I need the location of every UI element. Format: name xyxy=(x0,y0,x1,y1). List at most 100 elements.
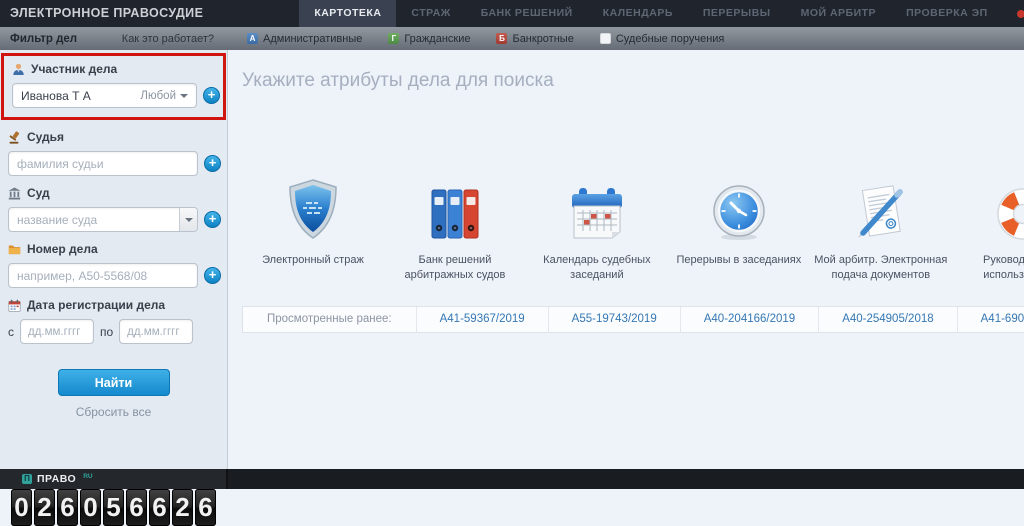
recently-viewed-label: Просмотренные ранее: xyxy=(243,307,416,332)
add-participant-button[interactable]: + xyxy=(203,87,220,104)
judge-section-label: Судья xyxy=(8,130,227,144)
service-label: Руководство по использованию xyxy=(952,253,1024,284)
counter-digit: 6 xyxy=(126,489,147,526)
add-court-button[interactable]: + xyxy=(204,211,221,228)
how-it-works-link[interactable]: Как это работает? xyxy=(122,33,214,45)
calendar-icon xyxy=(568,176,626,242)
tab-bank-resheniy[interactable]: БАНК РЕШЕНИЙ xyxy=(466,0,588,27)
tab-strazh[interactable]: СТРАЖ xyxy=(396,0,465,27)
date-from-input[interactable] xyxy=(20,319,94,344)
counter-digit: 6 xyxy=(57,489,78,526)
filter-bar-left: Фильтр дел Как это работает? xyxy=(0,33,228,45)
participant-section-highlight: Участник дела Иванова Т А Любой + xyxy=(1,53,226,120)
login-button[interactable]: ВОЙТИ xyxy=(1003,0,1024,27)
judge-input[interactable] xyxy=(8,151,198,176)
case-number-input[interactable] xyxy=(8,263,198,288)
reg-date-label: Дата регистрации дела xyxy=(27,298,165,312)
court-dropdown-arrow[interactable] xyxy=(179,208,197,231)
filter-title: Фильтр дел xyxy=(10,33,77,45)
service-label: Календарь судебных заседаний xyxy=(526,253,668,284)
case-number-label: Номер дела xyxy=(27,242,98,256)
service-label: Перерывы в заседаниях xyxy=(676,253,801,268)
add-case-number-button[interactable]: + xyxy=(204,267,221,284)
app-title: ЭЛЕКТРОННОЕ ПРАВОСУДИЕ xyxy=(0,0,213,27)
service-label: Банк решений арбитражных судов xyxy=(384,253,526,284)
category-label: Гражданские xyxy=(404,33,470,45)
tab-kalendar[interactable]: КАЛЕНДАРЬ xyxy=(588,0,688,27)
category-label: Судебные поручения xyxy=(616,33,725,45)
folder-icon xyxy=(8,243,21,256)
services-row: Электронный страж Ба xyxy=(242,176,1024,284)
service-label: Электронный страж xyxy=(262,253,364,268)
chevron-down-icon xyxy=(180,94,188,98)
shield-icon xyxy=(284,176,342,242)
date-to-label: по xyxy=(100,325,113,339)
login-status-icon xyxy=(1017,10,1024,18)
recent-case-link[interactable]: А55-19743/2019 xyxy=(548,307,680,332)
court-input[interactable] xyxy=(8,207,198,232)
category-bankrotnye[interactable]: Б Банкротные xyxy=(483,33,586,45)
pravo-logo-suffix: RU xyxy=(83,473,92,480)
category-grazhdanskie[interactable]: Г Гражданские xyxy=(375,33,483,45)
service-hearing-breaks[interactable]: Перерывы в заседаниях xyxy=(668,176,810,284)
footer-bar: П ПРАВО RU xyxy=(0,469,1024,489)
tab-kartoteka[interactable]: КАРТОТЕКА xyxy=(299,0,396,27)
participant-role-dropdown[interactable]: Любой xyxy=(140,90,188,102)
service-user-guide[interactable]: Руководство по использованию xyxy=(952,176,1024,284)
counter-digit: 2 xyxy=(34,489,55,526)
main-panel: Укажите атрибуты дела для поиска xyxy=(228,50,1024,469)
counter-digit: 0 xyxy=(11,489,32,526)
lifebuoy-icon xyxy=(995,176,1024,242)
bankruptcy-category-icon: Б xyxy=(496,33,507,44)
category-administrativnye[interactable]: А Административные xyxy=(234,33,375,45)
tab-moy-arbitr[interactable]: МОЙ АРБИТР xyxy=(786,0,891,27)
date-to-input[interactable] xyxy=(119,319,193,344)
counter-digit: 0 xyxy=(80,489,101,526)
recent-case-link[interactable]: А41-69066/2018 xyxy=(957,307,1024,332)
judge-label: Судья xyxy=(27,130,64,144)
tab-pereryvy[interactable]: ПЕРЕРЫВЫ xyxy=(688,0,786,27)
reset-all-link[interactable]: Сбросить все xyxy=(0,405,227,419)
recent-case-link[interactable]: А40-204166/2019 xyxy=(680,307,818,332)
pravo-logo-text: ПРАВО xyxy=(37,473,76,485)
recent-case-link[interactable]: А40-254905/2018 xyxy=(818,307,956,332)
category-label: Банкротные xyxy=(512,33,573,45)
clock-icon xyxy=(710,176,768,242)
top-navigation: КАРТОТЕКА СТРАЖ БАНК РЕШЕНИЙ КАЛЕНДАРЬ П… xyxy=(299,0,1002,27)
counter-digit: 6 xyxy=(195,489,216,526)
service-decisions-bank[interactable]: Банк решений арбитражных судов xyxy=(384,176,526,284)
search-button[interactable]: Найти xyxy=(58,369,170,396)
counter-digit: 2 xyxy=(172,489,193,526)
content-area: Участник дела Иванова Т А Любой + Судь xyxy=(0,50,1024,469)
category-label: Административные xyxy=(263,33,362,45)
participant-input[interactable]: Иванова Т А Любой xyxy=(12,83,197,108)
category-sudebnye-porucheniya[interactable]: Судебные поручения xyxy=(587,33,738,45)
court-orders-category-icon xyxy=(600,33,611,44)
recent-case-link[interactable]: А41-59367/2019 xyxy=(416,307,548,332)
service-electronic-guard[interactable]: Электронный страж xyxy=(242,176,384,284)
counter-digit: 5 xyxy=(103,489,124,526)
court-select[interactable] xyxy=(8,207,198,232)
participant-role-value: Любой xyxy=(140,90,176,102)
court-section-label: Суд xyxy=(8,186,227,200)
service-hearings-calendar[interactable]: Календарь судебных заседаний xyxy=(526,176,668,284)
tab-proverka-ep[interactable]: ПРОВЕРКА ЭП xyxy=(891,0,1003,27)
counter-digit: 6 xyxy=(149,489,170,526)
service-my-arbiter-filing[interactable]: Мой арбитр. Электронная подача документо… xyxy=(810,176,952,284)
date-from-label: с xyxy=(8,325,14,339)
court-label: Суд xyxy=(27,186,50,200)
recently-viewed-bar: Просмотренные ранее: А41-59367/2019 А55-… xyxy=(242,306,1024,333)
civil-category-icon: Г xyxy=(388,33,399,44)
court-building-icon xyxy=(8,187,21,200)
participant-value: Иванова Т А xyxy=(21,89,140,103)
search-filter-sidebar: Участник дела Иванова Т А Любой + Судь xyxy=(0,50,228,469)
service-label: Мой арбитр. Электронная подача документо… xyxy=(810,253,952,284)
document-pen-icon xyxy=(852,176,910,242)
case-number-section-label: Номер дела xyxy=(8,242,227,256)
add-judge-button[interactable]: + xyxy=(204,155,221,172)
chevron-down-icon xyxy=(185,218,193,222)
pravo-logo-icon: П xyxy=(22,474,32,484)
gavel-icon xyxy=(8,131,21,144)
footer-logo[interactable]: П ПРАВО RU xyxy=(0,469,228,489)
calendar-date-icon xyxy=(8,299,21,312)
